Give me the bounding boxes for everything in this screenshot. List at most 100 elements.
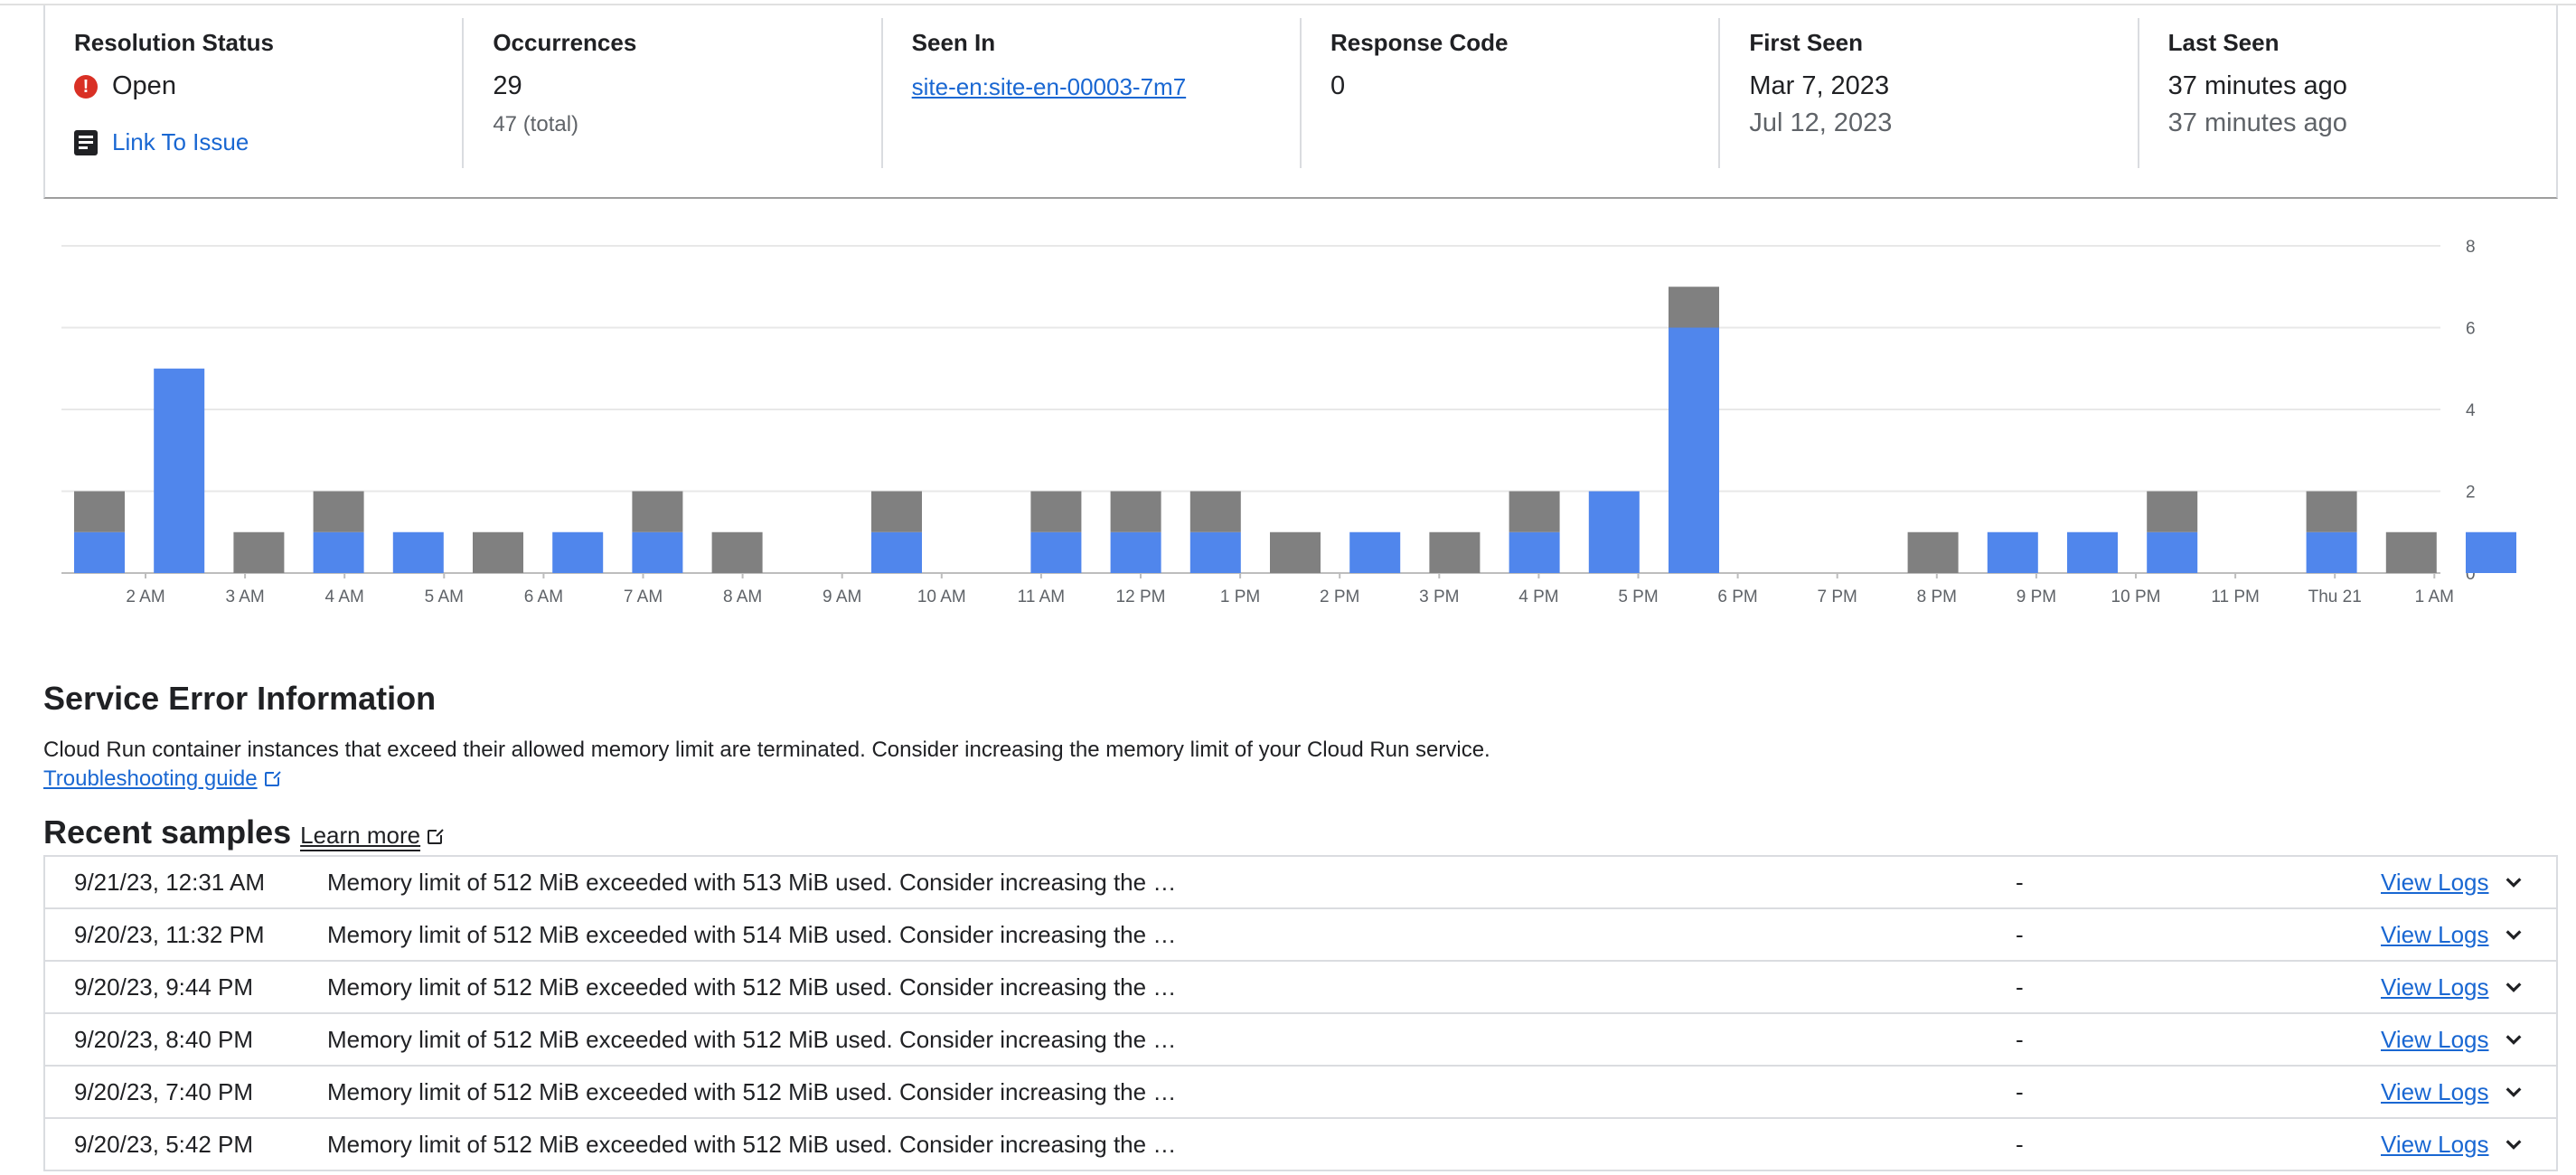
troubleshooting-guide-text[interactable]: Troubleshooting guide [43,766,258,792]
resolution-status-label: Resolution Status [74,29,275,56]
response-code-value: 0 [1330,71,1346,100]
view-logs-link[interactable]: View Logs [2381,869,2489,897]
chart-bar-gray [2385,531,2437,573]
x-tick-label: 3 PM [1419,588,1459,606]
x-tick-label: 6 PM [1717,588,1757,606]
chevron-down-icon[interactable] [2504,872,2524,892]
chart-bar-blue [1189,531,1241,573]
chevron-down-icon[interactable] [2504,925,2524,945]
chart-bar-blue [1509,531,1560,573]
occurrences-chart: 024682 AM 3 AM 4 AM 5 AM 6 AM 7 AM 8 AM 9 AM 10 … [0,217,2576,615]
view-logs-link[interactable]: View Logs [2381,921,2489,949]
chevron-down-icon[interactable] [2504,977,2524,997]
chart-bar-blue [2067,531,2118,573]
occurrences-value: 29 [493,71,522,100]
chart-bar-gray [1429,531,1481,573]
occurrences-label: Occurrences [493,29,637,56]
sample-message: Memory limit of 512 MiB exceeded with 51… [327,1077,1177,1105]
chevron-down-icon[interactable] [2504,1134,2524,1154]
chevron-down-icon[interactable] [2504,1029,2524,1049]
sample-time: 9/20/23, 11:32 PM [74,920,265,948]
sample-message: Memory limit of 512 MiB exceeded with 51… [327,973,1177,1001]
link-to-issue[interactable]: Link To Issue [74,128,433,156]
sample-time: 9/20/23, 8:40 PM [74,1025,254,1053]
chart-bar-gray [473,531,523,573]
response-code-card: Response Code 0 [1302,18,1721,168]
x-tick-label: 9 PM [2017,588,2056,606]
last-seen-value: 37 minutes ago [2167,71,2347,100]
chart-bar-gray [1110,491,1161,532]
chart-bar-gray [233,531,285,573]
sample-time: 9/20/23, 9:44 PM [74,973,254,1001]
x-tick-label: 4 AM [325,588,364,606]
sample-message: Memory limit of 512 MiB exceeded with 51… [327,868,1177,896]
occurrences-chart-svg: 024682 AM 3 AM 4 AM 5 AM 6 AM 7 AM 8 AM 9 AM 10 … [61,238,2516,606]
chart-bar-blue [1349,531,1401,573]
chart-bar-blue [632,531,683,573]
chart-bar-gray [711,531,763,573]
link-to-issue-text[interactable]: Link To Issue [112,128,249,156]
chart-bar-gray [313,491,364,532]
chart-bar-blue [2466,531,2516,573]
view-logs-link[interactable]: View Logs [2381,1078,2489,1106]
sample-col3: - [2016,1025,2024,1053]
y-tick-label: 2 [2466,484,2476,503]
chevron-down-icon[interactable] [2504,1082,2524,1102]
sample-time: 9/20/23, 7:40 PM [74,1077,254,1105]
last-seen-label: Last Seen [2167,29,2280,56]
error-icon: ! [74,74,98,99]
recent-samples-header: Recent samples Learn more [43,813,445,851]
error-summary-panel: Resolution Status ! Open Link To Issue O… [43,5,2558,199]
view-logs-link[interactable]: View Logs [2381,973,2489,1001]
x-tick-label: 6 AM [524,588,563,606]
sample-col3: - [2016,1130,2024,1158]
recent-samples-table: 9/21/23, 12:31 AM Memory limit of 512 Mi… [43,855,2558,1171]
seen-in-card: Seen In site-en:site-en-00003-7m7 [883,18,1302,168]
occurrences-total: 47 (total) [493,112,579,136]
first-seen-secondary: Jul 12, 2023 [1749,108,1893,137]
sample-row: 9/20/23, 11:32 PM Memory limit of 512 Mi… [43,909,2558,962]
x-tick-label: 11 PM [2211,588,2260,606]
last-seen-card: Last Seen 37 minutes ago 37 minutes ago [2139,18,2556,168]
seen-in-revision-link[interactable]: site-en:site-en-00003-7m7 [912,73,1187,101]
chart-bar-gray [1907,531,1959,573]
sample-time: 9/20/23, 5:42 PM [74,1130,254,1158]
chart-bar-gray [1270,531,1321,573]
resolution-status-card: Resolution Status ! Open Link To Issue [45,18,465,168]
chart-bar-blue [1588,491,1640,573]
resolution-status-text: Open [112,71,176,100]
first-seen-card: First Seen Mar 7, 2023 Jul 12, 2023 [1720,18,2139,168]
chart-bar-gray [74,491,125,532]
chart-bar-gray [632,491,683,532]
y-tick-label: 6 [2466,320,2476,339]
troubleshooting-guide-link[interactable]: Troubleshooting guide [43,766,281,792]
sample-row: 9/20/23, 5:42 PM Memory limit of 512 MiB… [43,1119,2558,1171]
y-tick-label: 8 [2466,238,2476,257]
x-tick-label: 7 PM [1818,588,1857,606]
x-tick-label: 8 PM [1917,588,1957,606]
learn-more-link[interactable]: Learn more [300,822,445,851]
service-error-title: Service Error Information [43,680,437,717]
sample-row: 9/21/23, 12:31 AM Memory limit of 512 Mi… [43,857,2558,909]
response-code-label: Response Code [1330,29,1509,56]
x-tick-label: 7 AM [624,588,663,606]
x-tick-label: 10 PM [2111,588,2161,606]
view-logs-link[interactable]: View Logs [2381,1131,2489,1159]
x-tick-label: 11 AM [1018,588,1065,606]
chart-bar-blue [154,368,205,573]
view-logs-link[interactable]: View Logs [2381,1026,2489,1054]
seen-in-label: Seen In [911,29,996,56]
x-tick-label: 10 AM [917,588,966,606]
occurrences-card: Occurrences 29 47 (total) [464,18,883,168]
chart-bar-blue [1110,531,1161,573]
chart-bar-gray [871,491,922,532]
x-tick-label: Thu 21 [2308,588,2362,606]
chart-bar-gray [1030,491,1082,532]
recent-samples-title: Recent samples [43,813,292,851]
sample-message: Memory limit of 512 MiB exceeded with 51… [327,1130,1177,1158]
chart-bar-blue [1669,327,1719,573]
service-error-description: Cloud Run container instances that excee… [43,738,1490,762]
learn-more-text: Learn more [300,822,421,851]
chart-bar-gray [2147,491,2198,532]
resolution-status-value[interactable]: ! Open [74,71,433,101]
